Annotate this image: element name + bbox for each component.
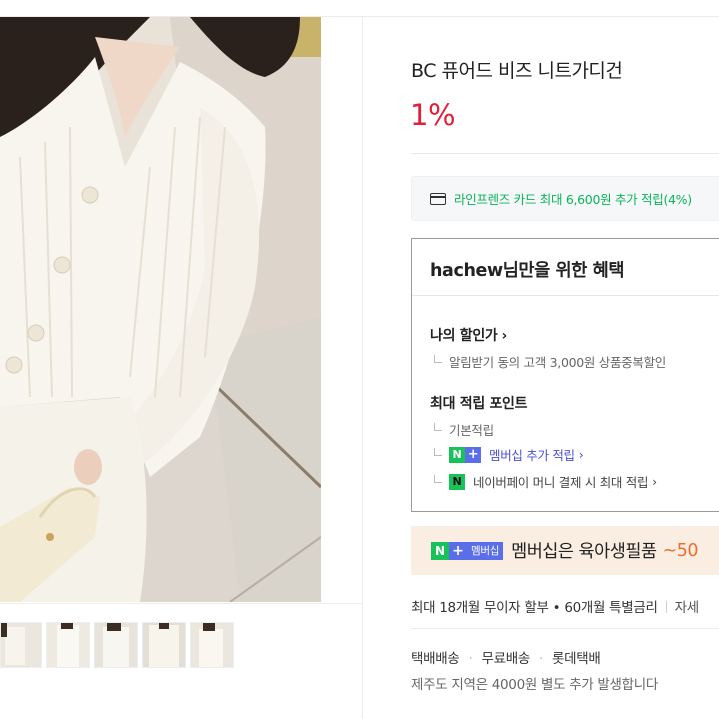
thumbnail-3[interactable] bbox=[94, 622, 138, 668]
thumbnail-5[interactable] bbox=[190, 622, 234, 668]
product-main-image[interactable] bbox=[0, 17, 321, 602]
benefit-panel: hachew님만을 위한 혜택 나의 할인가 › 알림받기 동의 고객 3,000… bbox=[411, 238, 719, 512]
chevron-right-icon: › bbox=[578, 447, 584, 462]
membership-points-link[interactable]: 멤버십 추가 적립 bbox=[489, 445, 575, 464]
promo-text: 멤버십은 육아생필품 bbox=[511, 542, 657, 562]
tree-branch-icon bbox=[434, 354, 442, 363]
basic-points-row: 기본적립 bbox=[434, 420, 494, 439]
n-badge: N bbox=[449, 446, 465, 463]
membership-points-row[interactable]: N + 멤버십 추가 적립 › bbox=[434, 445, 584, 464]
divider bbox=[411, 153, 719, 154]
shipping-fee: 무료배송 bbox=[481, 651, 530, 667]
installment-text: 최대 18개월 무이자 할부 bbox=[411, 600, 549, 616]
naver-plus-membership-icon: N + bbox=[449, 446, 481, 463]
membership-promo-banner[interactable]: N + 멤버십 멤버십은 육아생필품 ~50 bbox=[411, 526, 719, 575]
membership-badge: 멤버십 bbox=[467, 541, 504, 560]
installment-row: 최대 18개월 무이자 할부 • 60개월 특별금리 자세 bbox=[411, 596, 699, 616]
tree-branch-icon bbox=[434, 447, 442, 456]
image-divider bbox=[0, 603, 362, 604]
discount-rate: 1% bbox=[410, 98, 456, 132]
chevron-right-icon: › bbox=[652, 474, 657, 489]
shipping-note: 제주도 지역은 4000원 별도 추가 발생합니다 bbox=[411, 677, 659, 693]
thumbnail-4[interactable] bbox=[142, 622, 186, 668]
tree-branch-icon bbox=[434, 422, 442, 431]
product-title: BC 퓨어드 비즈 니트가디건 bbox=[411, 60, 623, 82]
special-rate-text: 60개월 특별금리 bbox=[564, 600, 658, 616]
card-benefit-banner[interactable]: 라인프렌즈 카드 최대 6,600원 추가 적립(4%) bbox=[411, 176, 719, 221]
separator bbox=[665, 601, 667, 613]
my-price-link[interactable]: 나의 할인가 › bbox=[430, 325, 507, 345]
plus-badge: + bbox=[449, 541, 467, 560]
plus-badge: + bbox=[465, 446, 481, 463]
thumbnail-strip bbox=[0, 622, 234, 668]
separator: · bbox=[468, 651, 473, 667]
thumbnail-1[interactable] bbox=[0, 622, 42, 668]
shipping-type: 택배배송 bbox=[411, 651, 460, 667]
thumbnail-2[interactable] bbox=[46, 622, 90, 668]
my-price-label: 나의 할인가 bbox=[430, 328, 498, 344]
card-benefit-text: 라인프렌즈 카드 최대 6,600원 추가 적립(4%) bbox=[454, 192, 692, 207]
naverpay-icon: N bbox=[449, 473, 465, 490]
tree-branch-icon bbox=[434, 474, 442, 483]
installment-detail-link[interactable]: 자세 bbox=[675, 600, 700, 616]
shipping-courier: 롯데택배 bbox=[551, 651, 601, 667]
naverpay-points-link[interactable]: 네이버페이 머니 결제 시 최대 적립 bbox=[473, 472, 648, 491]
separator: · bbox=[538, 651, 543, 667]
promo-accent: ~50 bbox=[662, 540, 699, 561]
naverpay-points-row[interactable]: N 네이버페이 머니 결제 시 최대 적립 › bbox=[434, 472, 657, 491]
basic-points-label: 기본적립 bbox=[449, 423, 494, 438]
my-price-detail-row: 알림받기 동의 고객 3,000원 상품중복할인 bbox=[434, 352, 666, 371]
panel-divider bbox=[362, 17, 363, 719]
max-points-label: 최대 적립 포인트 bbox=[430, 396, 528, 412]
bullet: • bbox=[552, 600, 561, 616]
chevron-right-icon: › bbox=[501, 328, 507, 344]
divider bbox=[411, 628, 719, 629]
benefit-heading: hachew님만을 위한 혜택 bbox=[412, 239, 719, 296]
n-badge: N bbox=[431, 541, 449, 560]
my-price-detail: 알림받기 동의 고객 3,000원 상품중복할인 bbox=[449, 355, 666, 370]
shipping-row: 택배배송 · 무료배송 · 롯데택배 bbox=[411, 647, 601, 667]
credit-card-icon bbox=[430, 192, 446, 205]
